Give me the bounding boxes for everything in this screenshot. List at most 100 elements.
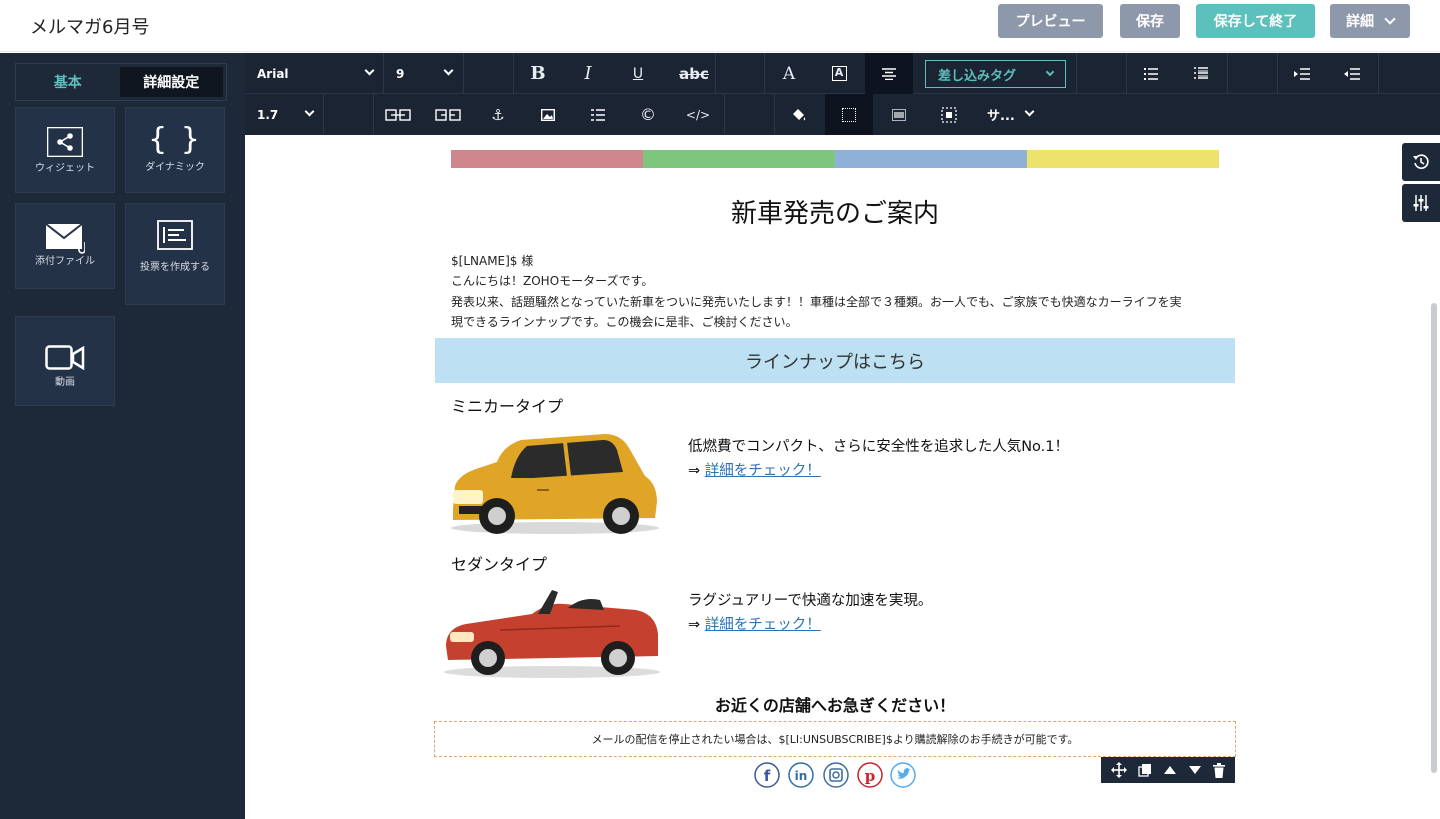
preview-button[interactable]: プレビュー	[998, 4, 1103, 38]
body-line-1[interactable]: 発表以来、話題騒然となっていた新車をついに発売いたします！！車種は全部で３種類。…	[451, 293, 1182, 310]
image-icon	[541, 108, 555, 121]
padding-button[interactable]	[875, 94, 923, 135]
history-icon	[1413, 154, 1429, 169]
yellow-minicar-image[interactable]	[445, 428, 663, 536]
block-select-button[interactable]	[925, 94, 973, 135]
move-down-icon[interactable]	[1188, 765, 1202, 775]
widget-label: ダイナミック	[145, 162, 205, 173]
more-label: 詳細	[1346, 13, 1374, 29]
widget-tile-attachment[interactable]: 添付ファイル	[15, 203, 115, 289]
page-title: メルマガ6月号	[30, 17, 150, 38]
align-center-button[interactable]	[865, 53, 913, 94]
remove-link-button[interactable]	[424, 94, 472, 135]
border-button[interactable]	[825, 94, 873, 135]
tab-basic[interactable]: 基本	[16, 64, 120, 100]
border-icon	[842, 107, 856, 122]
settings-sliders-button[interactable]	[1402, 184, 1440, 222]
product-detail-link[interactable]: 詳細をチェック！	[705, 463, 821, 479]
merge-tag-dropdown[interactable]: 差し込みタグ	[925, 60, 1066, 88]
product-type-title[interactable]: セダンタイプ	[451, 551, 547, 575]
tab-advanced[interactable]: 詳細設定	[119, 67, 223, 97]
align-center-icon	[882, 67, 896, 80]
paint-bucket-icon	[793, 108, 806, 120]
indent-button[interactable]	[1278, 53, 1326, 94]
twitter-icon[interactable]	[890, 762, 916, 788]
chevron-down-icon	[1024, 106, 1035, 117]
chevron-down-icon	[443, 65, 454, 76]
outdent-icon	[1344, 67, 1360, 80]
select-block-icon	[941, 106, 957, 123]
font-color-button[interactable]: A	[765, 53, 813, 94]
product-type-title[interactable]: ミニカータイプ	[451, 393, 563, 417]
sidebar: 基本 詳細設定 ウィジェット { } ダイナミック 添付ファイル 投票を作成する	[0, 53, 245, 819]
insert-image-button[interactable]	[524, 94, 572, 135]
widget-tile-widget[interactable]: ウィジェット	[15, 107, 115, 193]
save-and-exit-button[interactable]: 保存して終了	[1196, 4, 1315, 38]
more-dropdown-button[interactable]: 詳細	[1330, 4, 1410, 38]
background-color-button[interactable]: A	[815, 53, 863, 94]
anchor-button[interactable]: ⚓	[474, 94, 522, 135]
trash-icon[interactable]	[1213, 762, 1226, 778]
insert-table-button[interactable]	[574, 94, 622, 135]
widget-label: 投票を作成する	[140, 262, 210, 273]
color-bar-segment-3	[835, 150, 1027, 168]
more-format-select[interactable]: サ...	[975, 94, 1047, 135]
line-height-select[interactable]: 1.7	[245, 94, 323, 135]
fill-color-button[interactable]	[775, 94, 823, 135]
product-detail-link[interactable]: 詳細をチェック！	[705, 617, 821, 633]
numbered-list-icon	[1194, 67, 1208, 79]
mail-attachment-icon	[45, 223, 85, 254]
lineup-heading-text: ラインナップはこちら	[745, 351, 925, 373]
chevron-down-icon	[364, 65, 375, 76]
intro-line[interactable]: こんにちは！ZOHOモーターズです。	[451, 272, 653, 289]
call-to-action[interactable]: お近くの店舗へお急ぎください！	[435, 692, 1235, 716]
pinterest-icon[interactable]: p	[857, 762, 883, 788]
font-size-select[interactable]: 9	[384, 53, 462, 94]
italic-button[interactable]: I	[564, 53, 612, 94]
block-tools	[1101, 757, 1235, 783]
svg-text:f: f	[764, 767, 771, 785]
underline-button[interactable]: U	[614, 53, 662, 94]
video-camera-icon	[45, 345, 85, 371]
code-icon: </>	[685, 107, 711, 122]
save-button[interactable]: 保存	[1120, 4, 1180, 38]
link-icon	[385, 108, 411, 121]
top-header: メルマガ6月号 プレビュー 保存 保存して終了 詳細	[0, 0, 1440, 52]
email-canvas	[245, 135, 1440, 819]
indent-icon	[1294, 67, 1310, 80]
history-button[interactable]	[1402, 143, 1440, 181]
widget-tile-dynamic[interactable]: { } ダイナミック	[125, 107, 225, 193]
instagram-icon[interactable]	[823, 762, 849, 788]
copy-icon[interactable]	[1138, 763, 1152, 777]
font-family-select[interactable]: Arial	[245, 53, 383, 94]
email-title[interactable]: 新車発売のご案内	[435, 193, 1235, 230]
bulleted-list-button[interactable]	[1127, 53, 1175, 94]
bold-button[interactable]: B	[514, 53, 562, 94]
canvas-scrollbar[interactable]	[1431, 303, 1437, 773]
unsubscribe-text: メールの配信を停止されたい場合は、$[LI:UNSUBSCRIBE]$より購読解…	[591, 733, 1079, 746]
source-code-button[interactable]: </>	[674, 94, 722, 135]
color-bar-segment-4	[1027, 150, 1219, 168]
color-bar-segment-2	[643, 150, 835, 168]
body-line-2[interactable]: 現できるラインナップです。この機会に是非、ご検討ください。	[451, 313, 798, 330]
facebook-icon[interactable]: f	[754, 762, 780, 788]
product-description[interactable]: ラグジュアリーで快適な加速を実現。	[688, 589, 932, 610]
font-family-value: Arial	[257, 66, 289, 81]
lineup-heading[interactable]: ラインナップはこちら	[435, 338, 1235, 383]
copyright-icon: ©	[640, 105, 656, 124]
numbered-list-button[interactable]	[1177, 53, 1225, 94]
red-convertible-image[interactable]	[440, 580, 664, 680]
linkedin-icon[interactable]: in	[788, 762, 814, 788]
insert-link-button[interactable]	[374, 94, 422, 135]
move-up-icon[interactable]	[1163, 765, 1177, 775]
widget-tile-poll[interactable]: 投票を作成する	[125, 203, 225, 305]
widget-tile-video[interactable]: 動画	[15, 316, 115, 406]
outdent-button[interactable]	[1328, 53, 1376, 94]
product-description[interactable]: 低燃費でコンパクト、さらに安全性を追求した人気No.1！	[688, 435, 1069, 456]
greeting-name[interactable]: $[LNAME]$ 様	[451, 252, 533, 269]
special-character-button[interactable]: ©	[624, 94, 672, 135]
unsubscribe-footer[interactable]: メールの配信を停止されたい場合は、$[LI:UNSUBSCRIBE]$より購読解…	[434, 721, 1236, 757]
move-icon[interactable]	[1110, 762, 1127, 778]
font-size-value: 9	[396, 66, 405, 81]
svg-text:p: p	[865, 767, 876, 785]
